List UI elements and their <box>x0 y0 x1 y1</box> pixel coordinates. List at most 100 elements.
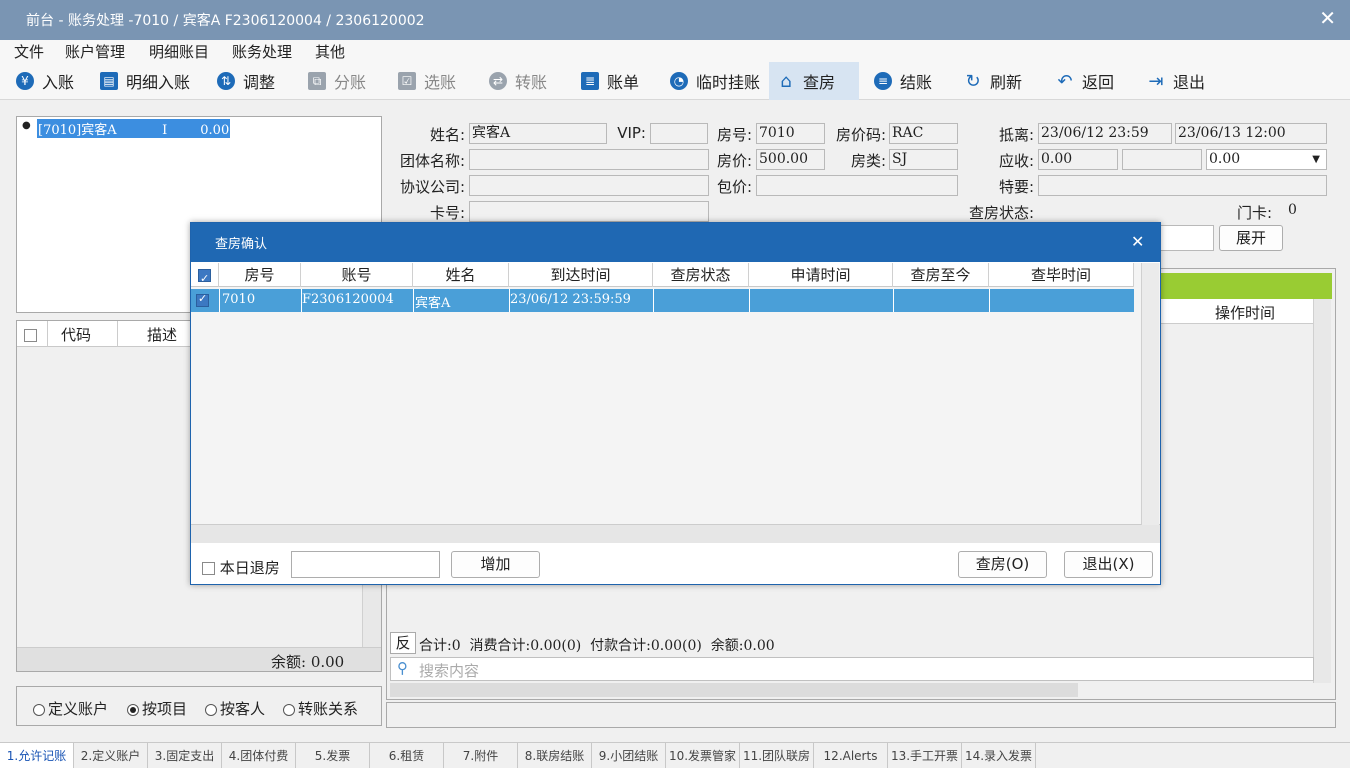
toolbar: ¥ 入账 ▤ 明细入账 ⇅ 调整 ⧉ 分账 ☑ 选账 ⇄ 转账 ≣ 账单 ◔ 临时挂账 ⌂ 查房 … <box>0 62 1350 100</box>
card-label: 卡号: <box>429 204 465 222</box>
dialog-horizontal-scrollbar[interactable] <box>191 525 1160 543</box>
button-label: 明细入账 <box>126 73 191 92</box>
checkout-button[interactable]: ≡ 结账 <box>866 62 940 100</box>
tab-linked-checkout[interactable]: 8.联房结账 <box>518 743 592 768</box>
tab-group-payment[interactable]: 4.团体付费 <box>222 743 296 768</box>
add-input[interactable] <box>291 551 440 578</box>
departure-field[interactable]: 23/06/13 12:00 <box>1175 123 1327 144</box>
card-field[interactable] <box>469 201 709 222</box>
name-field[interactable]: 宾客A <box>469 123 607 144</box>
header-select-all-checkbox[interactable] <box>191 263 219 291</box>
radio-icon <box>283 703 295 716</box>
refresh-button[interactable]: ↻ 刷新 <box>956 62 1030 100</box>
radio-by-guest[interactable]: 按客人 <box>205 698 265 719</box>
tab-rental[interactable]: 6.租赁 <box>370 743 444 768</box>
receivable-field[interactable]: 0.00 <box>1038 149 1118 170</box>
receivable-secondary-field[interactable] <box>1122 149 1202 170</box>
select-all-checkbox[interactable] <box>24 327 37 343</box>
window-title: 前台 - 账务处理 -7010 / 宾客A F2306120004 / 2306… <box>26 13 425 29</box>
column-account[interactable]: 账号 <box>301 263 413 287</box>
vip-field[interactable] <box>650 123 708 144</box>
tab-team-linked-rooms[interactable]: 11.团队联房 <box>740 743 814 768</box>
tab-alerts[interactable]: 12.Alerts <box>814 743 888 768</box>
menu-other[interactable]: 其他 <box>315 41 345 62</box>
bill-button[interactable]: ≣ 账单 <box>573 62 647 100</box>
tab-manual-invoice[interactable]: 13.手工开票 <box>888 743 962 768</box>
arrival-field[interactable]: 23/06/12 23:59 <box>1038 123 1172 144</box>
tab-small-group-checkout[interactable]: 9.小团结账 <box>592 743 666 768</box>
column-room[interactable]: 房号 <box>219 263 301 287</box>
door-card-value: 0 <box>1288 202 1297 218</box>
radio-label: 定义账户 <box>48 700 109 718</box>
summary-text: 合计:0 消费合计:0.00(0) 付款合计:0.00(0) 余额:0.00 <box>419 638 775 654</box>
price-field[interactable]: 500.00 <box>756 149 825 170</box>
code-column-header[interactable]: 代码 <box>61 324 91 345</box>
column-arrival-time[interactable]: 到达时间 <box>509 263 653 287</box>
tab-invoice-manager[interactable]: 10.发票管家 <box>666 743 740 768</box>
menu-accounting[interactable]: 账务处理 <box>232 41 292 62</box>
exit-button[interactable]: ⇥ 退出 <box>1139 62 1213 100</box>
adjust-button[interactable]: ⇅ 调整 <box>209 62 283 100</box>
dialog-exit-button[interactable]: 退出(X) <box>1064 551 1153 578</box>
package-field[interactable] <box>756 175 958 196</box>
inspect-room-button[interactable]: ⌂ 查房 <box>769 62 859 100</box>
row-checkbox[interactable] <box>196 292 209 308</box>
button-label: 选账 <box>424 73 457 92</box>
tab-define-account[interactable]: 2.定义账户 <box>74 743 148 768</box>
vertical-scrollbar[interactable] <box>1313 299 1331 683</box>
account-tree-item[interactable]: [7010]宾客A I 0.00 <box>37 119 231 138</box>
special-field[interactable] <box>1038 175 1327 196</box>
today-checkout-checkbox[interactable]: 本日退房 <box>202 557 280 578</box>
cell-account: F2306120004 <box>302 292 394 307</box>
column-name[interactable]: 姓名 <box>413 263 509 287</box>
select-account-button[interactable]: ☑ 选账 <box>390 62 464 100</box>
receivable-select[interactable]: 0.00 ▼ <box>1206 149 1327 170</box>
room-type-field[interactable]: SJ <box>889 149 958 170</box>
chevron-down-icon: ▼ <box>1312 154 1320 165</box>
exit-icon: ⇥ <box>1148 70 1164 92</box>
dialog-close-icon[interactable]: ✕ <box>1131 232 1144 251</box>
add-button[interactable]: 增加 <box>451 551 540 578</box>
receivable-label: 应收: <box>998 152 1034 170</box>
inspect-confirm-button[interactable]: 查房(O) <box>958 551 1047 578</box>
tab-invoice[interactable]: 5.发票 <box>296 743 370 768</box>
transfer-button[interactable]: ⇄ 转账 <box>481 62 555 100</box>
company-field[interactable] <box>469 175 709 196</box>
tab-allow-charge[interactable]: 1.允许记账 <box>0 743 74 768</box>
dialog-vertical-scrollbar[interactable] <box>1141 263 1159 525</box>
card-icon: ▤ <box>100 72 118 90</box>
radio-by-item[interactable]: 按项目 <box>127 698 187 719</box>
expand-button[interactable]: 展开 <box>1219 225 1283 251</box>
horizontal-scrollbar[interactable] <box>390 683 1078 697</box>
tab-attachment[interactable]: 7.附件 <box>444 743 518 768</box>
radio-define-account[interactable]: 定义账户 <box>33 698 108 719</box>
reverse-toggle[interactable]: 反 <box>390 632 416 654</box>
table-row[interactable]: 7010 F2306120004 宾客A 23/06/12 23:59:59 <box>191 289 1134 312</box>
menu-file[interactable]: 文件 <box>14 41 44 62</box>
tab-fixed-expense[interactable]: 3.固定支出 <box>148 743 222 768</box>
close-icon[interactable]: ✕ <box>1319 8 1336 28</box>
undo-icon: ↶ <box>1057 70 1073 92</box>
dialog-title-bar: 查房确认 ✕ <box>191 223 1160 262</box>
radio-transfer-relation[interactable]: 转账关系 <box>283 698 358 719</box>
detail-post-button[interactable]: ▤ 明细入账 <box>92 62 198 100</box>
search-input[interactable]: ⚲ 搜索内容 <box>390 657 1314 681</box>
back-button[interactable]: ↶ 返回 <box>1048 62 1122 100</box>
menu-account-management[interactable]: 账户管理 <box>65 41 125 62</box>
rate-code-field[interactable]: RAC <box>889 123 958 144</box>
operation-time-header[interactable]: 操作时间 <box>1215 302 1275 323</box>
column-finish-time[interactable]: 查毕时间 <box>989 263 1134 287</box>
house-icon: ⌂ <box>780 70 792 92</box>
room-field[interactable]: 7010 <box>756 123 825 144</box>
temp-hold-button[interactable]: ◔ 临时挂账 <box>662 62 768 100</box>
group-field[interactable] <box>469 149 709 170</box>
column-apply-time[interactable]: 申请时间 <box>749 263 893 287</box>
description-column-header[interactable]: 描述 <box>147 324 177 345</box>
tab-enter-invoice[interactable]: 14.录入发票 <box>962 743 1036 768</box>
column-elapsed[interactable]: 查房至今 <box>893 263 989 287</box>
view-options: 定义账户 按项目 按客人 转账关系 <box>16 686 382 726</box>
column-inspection-status[interactable]: 查房状态 <box>653 263 749 287</box>
menu-detail-items[interactable]: 明细账目 <box>149 41 209 62</box>
split-account-button[interactable]: ⧉ 分账 <box>300 62 374 100</box>
post-charge-button[interactable]: ¥ 入账 <box>8 62 82 100</box>
